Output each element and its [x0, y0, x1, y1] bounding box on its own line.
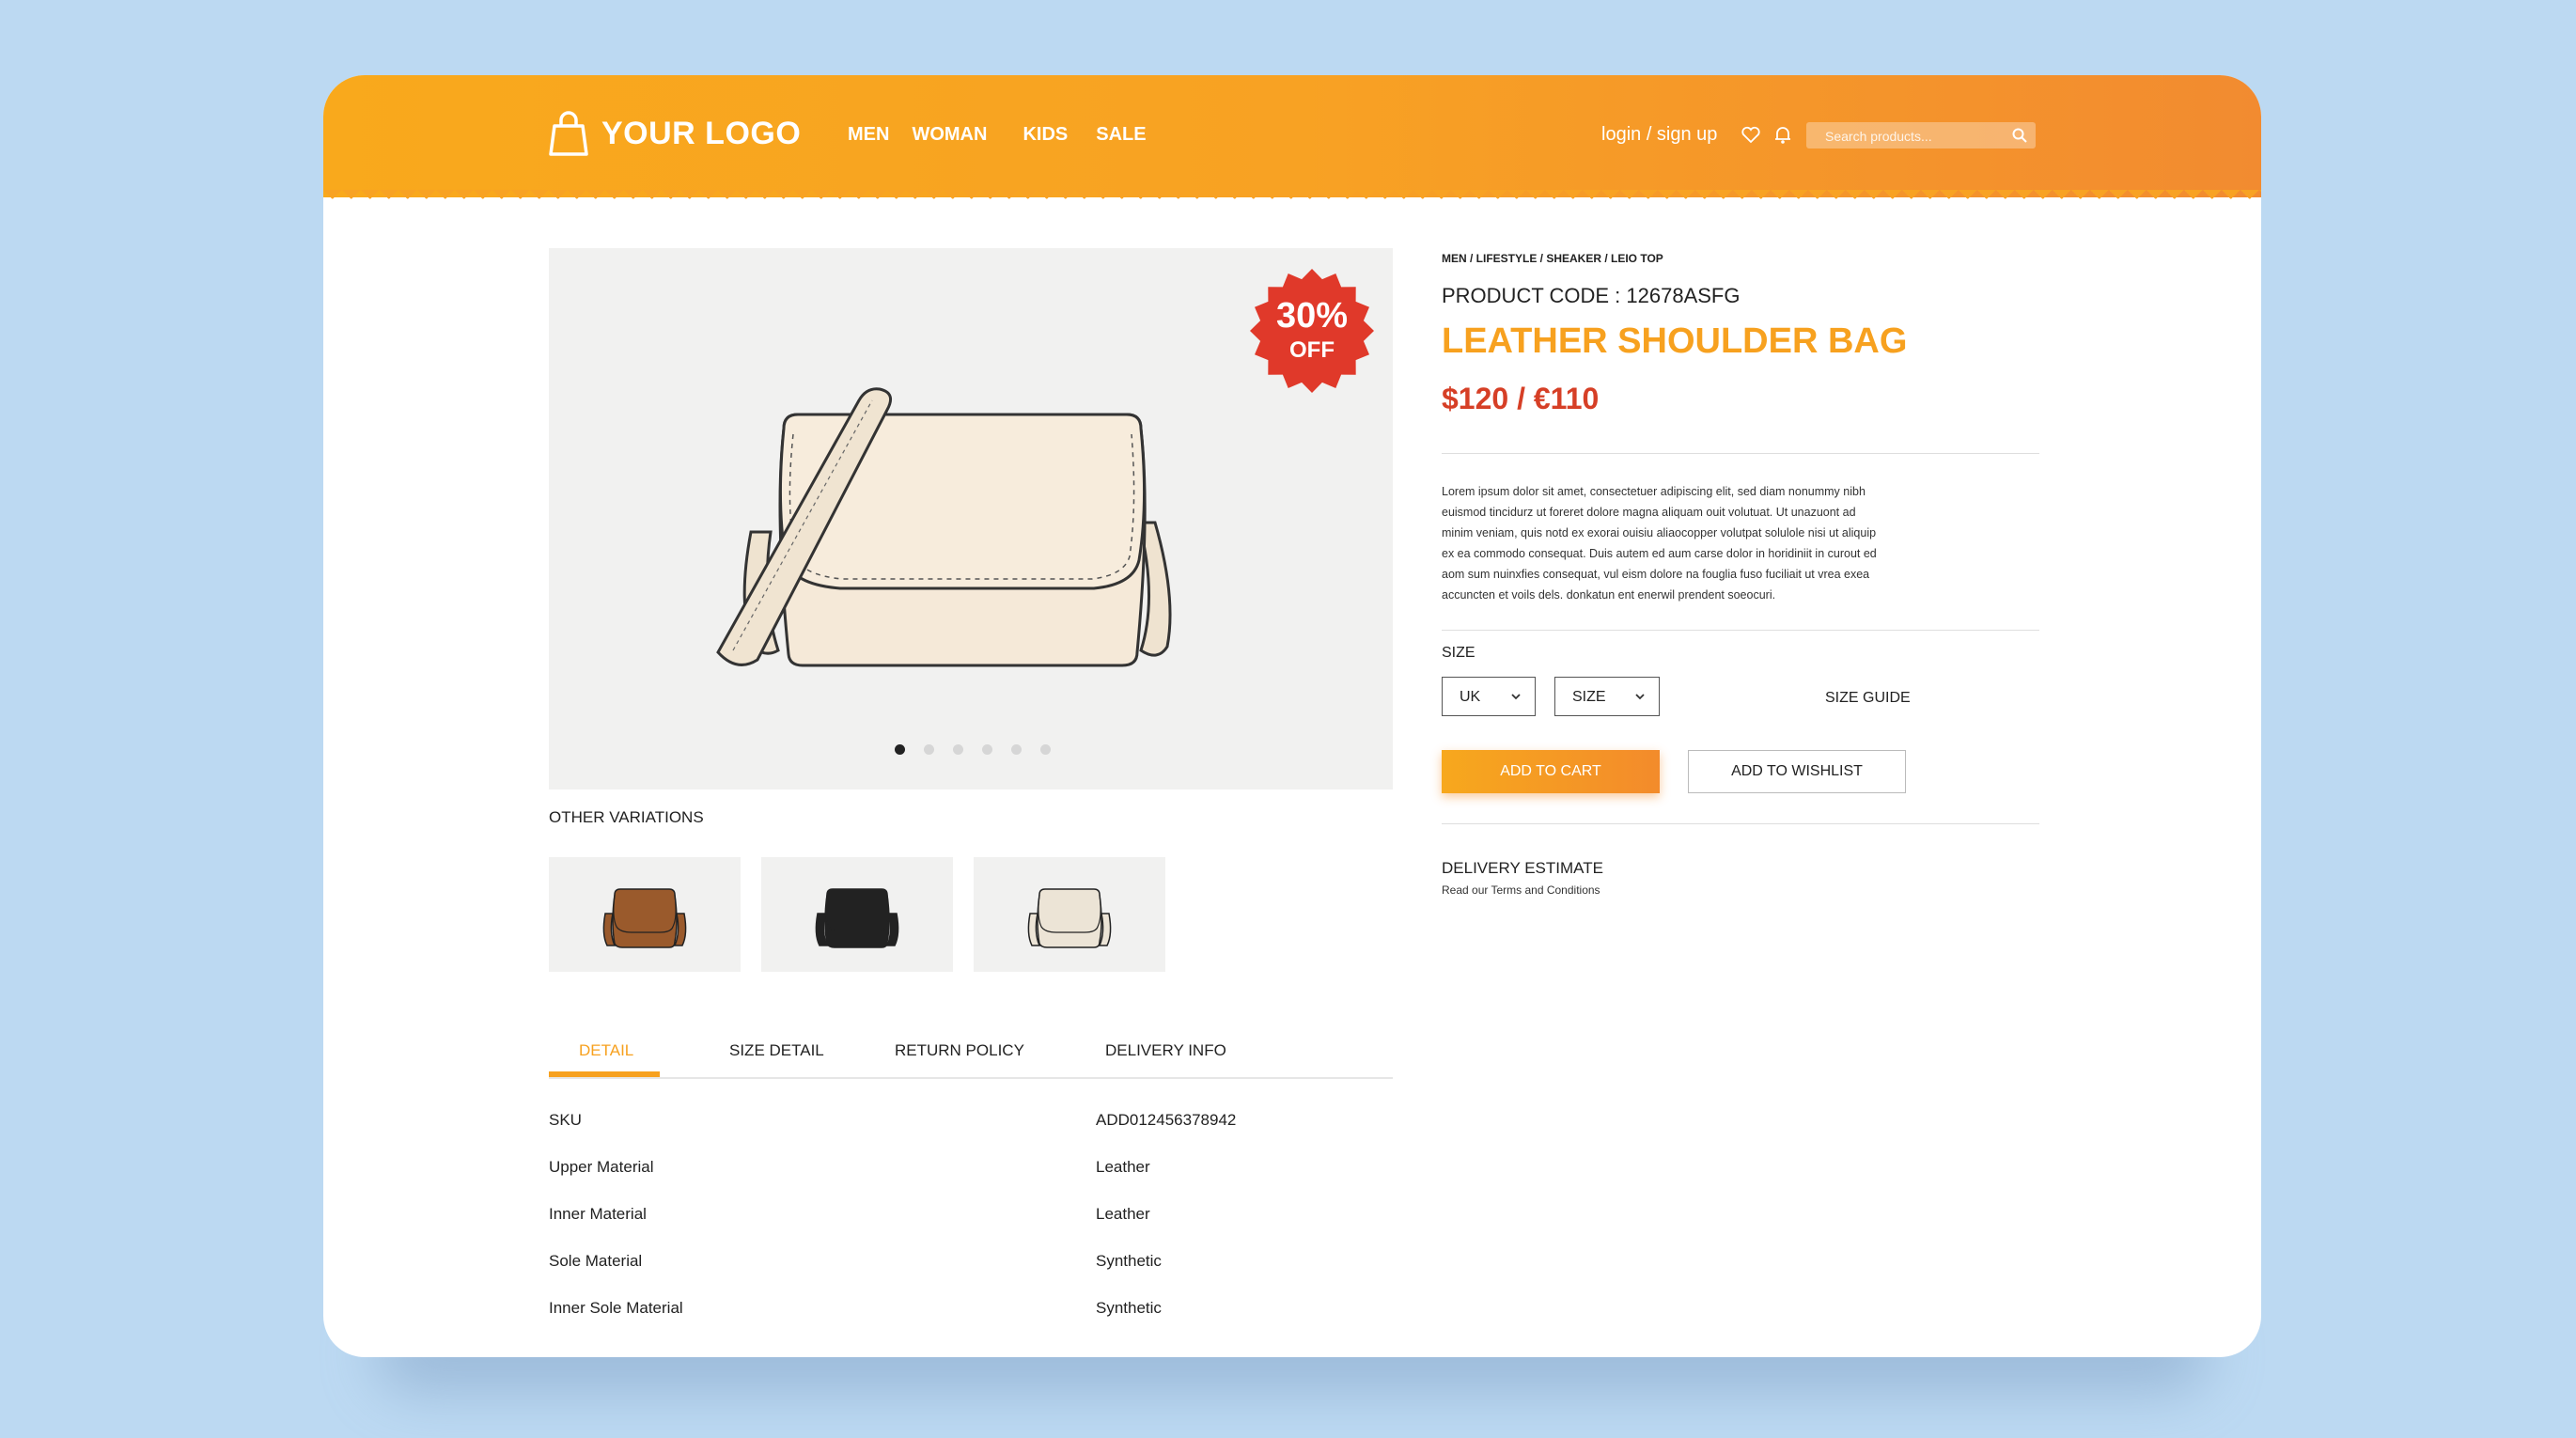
- product-title: LEATHER SHOULDER BAG: [1442, 321, 1908, 361]
- carousel-dot[interactable]: [924, 744, 934, 755]
- search-input[interactable]: [1823, 122, 2006, 150]
- detail-label: Inner Material: [549, 1205, 647, 1223]
- product-bag-illustration: [716, 387, 1172, 667]
- site-logo[interactable]: YOUR LOGO: [549, 111, 801, 156]
- delivery-estimate-label: DELIVERY ESTIMATE: [1442, 859, 1603, 877]
- search-box: [1806, 122, 2036, 150]
- size-select[interactable]: SIZE: [1554, 677, 1660, 716]
- tab-size-detail[interactable]: SIZE DETAIL: [729, 1041, 824, 1060]
- terms-link[interactable]: Read our Terms and Conditions: [1442, 883, 1600, 897]
- discount-badge: 30% OFF: [1250, 269, 1374, 393]
- carousel-dot[interactable]: [1011, 744, 1022, 755]
- detail-value: Synthetic: [1096, 1252, 1162, 1270]
- discount-percent: 30%: [1276, 296, 1348, 336]
- detail-tabs: DETAIL SIZE DETAIL RETURN POLICY DELIVER…: [549, 1034, 1393, 1079]
- nav-sale[interactable]: SALE: [1096, 124, 1146, 146]
- size-guide-link[interactable]: SIZE GUIDE: [1825, 690, 1911, 707]
- main-nav: MEN WOMAN KIDS SALE: [848, 124, 1147, 146]
- active-tab-indicator: [549, 1071, 660, 1077]
- divider: [1442, 453, 2039, 454]
- carousel-dot[interactable]: [1040, 744, 1051, 755]
- variation-thumb-brown[interactable]: [549, 857, 741, 972]
- logo-text: YOUR LOGO: [601, 115, 802, 151]
- breadcrumb[interactable]: MEN / LIFESTYLE / SHEAKER / LEIO TOP: [1442, 252, 1663, 265]
- product-code: PRODUCT CODE : 12678ASFG: [1442, 284, 1741, 307]
- detail-row-sku: SKU ADD012456378942: [549, 1111, 1393, 1130]
- chevron-down-icon: [1511, 694, 1521, 700]
- chevron-down-icon: [1635, 694, 1645, 700]
- carousel-dot[interactable]: [953, 744, 963, 755]
- add-to-wishlist-button[interactable]: ADD TO WISHLIST: [1688, 750, 1906, 793]
- shopping-bag-icon: [549, 111, 588, 156]
- size-label: SIZE: [1442, 645, 1475, 661]
- detail-label: Upper Material: [549, 1158, 654, 1176]
- add-to-cart-button[interactable]: ADD TO CART: [1442, 750, 1660, 793]
- detail-label: Inner Sole Material: [549, 1299, 683, 1317]
- nav-kids[interactable]: KIDS: [1023, 124, 1068, 146]
- bag-thumbnail-cream: [1027, 888, 1112, 948]
- size-region-value: UK: [1460, 689, 1481, 705]
- product-page-card: YOUR LOGO MEN WOMAN KIDS SALE login / si…: [323, 75, 2261, 1357]
- detail-row-inner-sole-material: Inner Sole Material Synthetic: [549, 1299, 1393, 1318]
- detail-value: Synthetic: [1096, 1299, 1162, 1317]
- detail-label: SKU: [549, 1111, 582, 1129]
- bell-icon[interactable]: [1772, 124, 1793, 145]
- size-value: SIZE: [1572, 689, 1606, 705]
- nav-men[interactable]: MEN: [848, 124, 889, 146]
- other-variations-label: OTHER VARIATIONS: [549, 808, 704, 826]
- tab-delivery-info[interactable]: DELIVERY INFO: [1105, 1041, 1226, 1060]
- detail-label: Sole Material: [549, 1252, 643, 1270]
- product-description: Lorem ipsum dolor sit amet, consectetuer…: [1442, 485, 1877, 602]
- detail-row-inner-material: Inner Material Leather: [549, 1205, 1393, 1224]
- variation-thumb-cream[interactable]: [974, 857, 1165, 972]
- bag-thumbnail-brown: [602, 888, 687, 948]
- login-link[interactable]: login / sign up: [1601, 124, 1717, 146]
- carousel-dots: [895, 744, 1051, 755]
- header-zigzag-edge: [323, 190, 2261, 209]
- variation-thumb-black[interactable]: [761, 857, 953, 972]
- main-product-image[interactable]: 30% OFF: [549, 248, 1393, 789]
- detail-value: Leather: [1096, 1158, 1150, 1176]
- divider: [1442, 823, 2039, 824]
- discount-off-label: OFF: [1289, 337, 1335, 363]
- carousel-dot[interactable]: [895, 744, 905, 755]
- heart-icon[interactable]: [1741, 124, 1761, 145]
- product-price: $120 / €110: [1442, 382, 1600, 415]
- detail-value: Leather: [1096, 1205, 1150, 1223]
- nav-woman[interactable]: WOMAN: [912, 124, 987, 146]
- bag-thumbnail-black: [815, 888, 899, 948]
- tab-return-policy[interactable]: RETURN POLICY: [895, 1041, 1024, 1060]
- detail-row-upper-material: Upper Material Leather: [549, 1158, 1393, 1177]
- tab-detail[interactable]: DETAIL: [579, 1041, 633, 1060]
- carousel-dot[interactable]: [982, 744, 992, 755]
- divider: [1442, 630, 2039, 631]
- detail-value: ADD012456378942: [1096, 1111, 1237, 1129]
- search-icon[interactable]: [2011, 127, 2028, 144]
- size-region-select[interactable]: UK: [1442, 677, 1536, 716]
- detail-row-sole-material: Sole Material Synthetic: [549, 1252, 1393, 1271]
